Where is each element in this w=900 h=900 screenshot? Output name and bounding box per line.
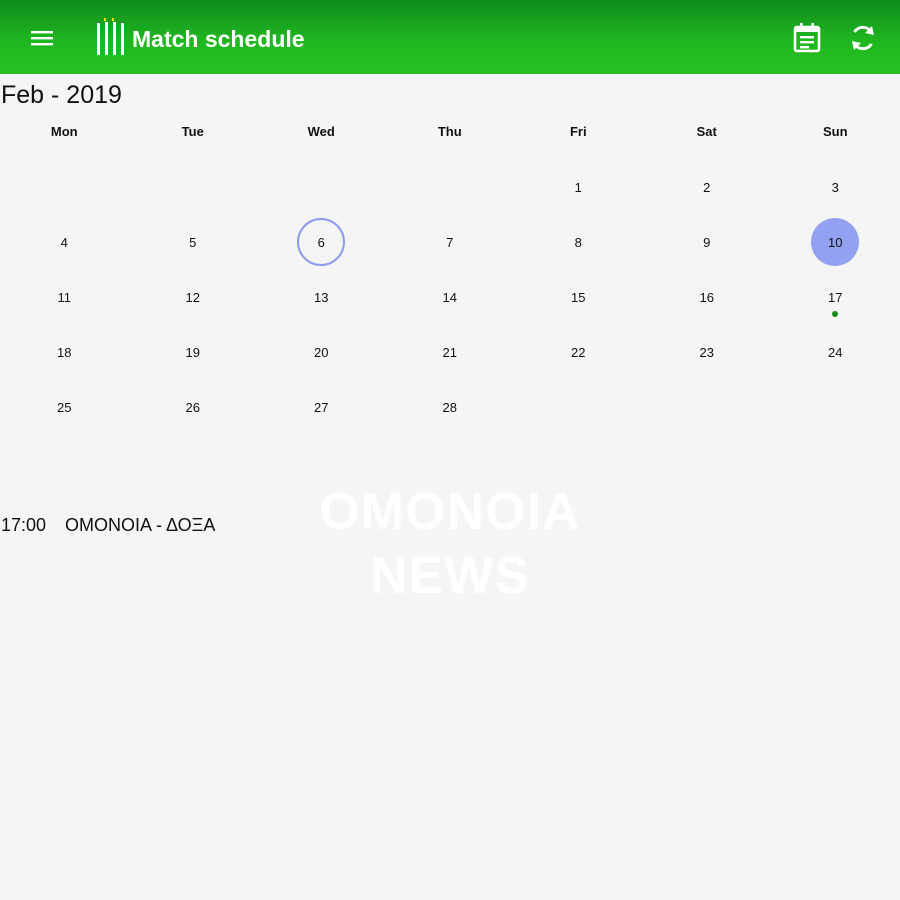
day-21[interactable]: 21 [426, 328, 474, 376]
weekday-mon: Mon [50, 124, 78, 139]
weekday-thu: Thu [437, 124, 462, 139]
match-teams: ΟΜΟΝΟΙΑ - ΔΟΞΑ [65, 515, 216, 535]
calendar-note-icon [793, 23, 821, 53]
day-12[interactable]: 12 [169, 273, 217, 321]
weekday-sun: Sun [822, 124, 848, 139]
day-2[interactable]: 2 [683, 163, 731, 211]
watermark-line-1: OMONOIA [319, 483, 581, 541]
day-4[interactable]: 4 [40, 218, 88, 266]
refresh-button[interactable] [845, 18, 881, 58]
day-8[interactable]: 8 [554, 218, 602, 266]
weekday-sat: Sat [696, 124, 717, 139]
day-16[interactable]: 16 [683, 273, 731, 321]
calendar-button[interactable] [789, 18, 825, 58]
day-19[interactable]: 19 [169, 328, 217, 376]
day-28[interactable]: 28 [426, 383, 474, 431]
day-1[interactable]: 1 [554, 163, 602, 211]
day-18[interactable]: 18 [40, 328, 88, 376]
refresh-icon [852, 25, 874, 51]
weekday-tue: Tue [181, 124, 204, 139]
day-7[interactable]: 7 [426, 218, 474, 266]
match-item[interactable]: 17:00 ΟΜΟΝΟΙΑ - ΔΟΞΑ [1, 513, 215, 537]
day-11[interactable]: 11 [40, 273, 88, 321]
day-26[interactable]: 26 [169, 383, 217, 431]
day-10[interactable]: 10 [811, 218, 860, 266]
day-13[interactable]: 13 [297, 273, 345, 321]
day-22[interactable]: 22 [554, 328, 602, 376]
day-5[interactable]: 5 [169, 218, 217, 266]
weekday-wed: Wed [307, 124, 335, 139]
day-6[interactable]: 6 [297, 218, 346, 266]
day-3[interactable]: 3 [811, 163, 859, 211]
weekday-fri: Fri [569, 124, 587, 139]
month-label: Feb - 2019 [1, 81, 122, 109]
day-25[interactable]: 25 [40, 383, 88, 431]
match-time: 17:00 [1, 515, 47, 535]
app-bar: Match schedule [0, 0, 900, 74]
day-20[interactable]: 20 [297, 328, 345, 376]
menu-button[interactable] [24, 20, 60, 56]
day-27[interactable]: 27 [297, 383, 345, 431]
app-title: Match schedule [132, 26, 305, 52]
day-24[interactable]: 24 [811, 328, 859, 376]
day-23[interactable]: 23 [683, 328, 731, 376]
day-9[interactable]: 9 [683, 218, 731, 266]
hamburger-menu-icon [31, 31, 53, 46]
team-logo-icon [97, 18, 124, 55]
watermark-line-2: NEWS [370, 547, 530, 605]
watermark: OMONOIA NEWS [250, 480, 650, 608]
day-15[interactable]: 15 [554, 273, 602, 321]
day-14[interactable]: 14 [426, 273, 474, 321]
